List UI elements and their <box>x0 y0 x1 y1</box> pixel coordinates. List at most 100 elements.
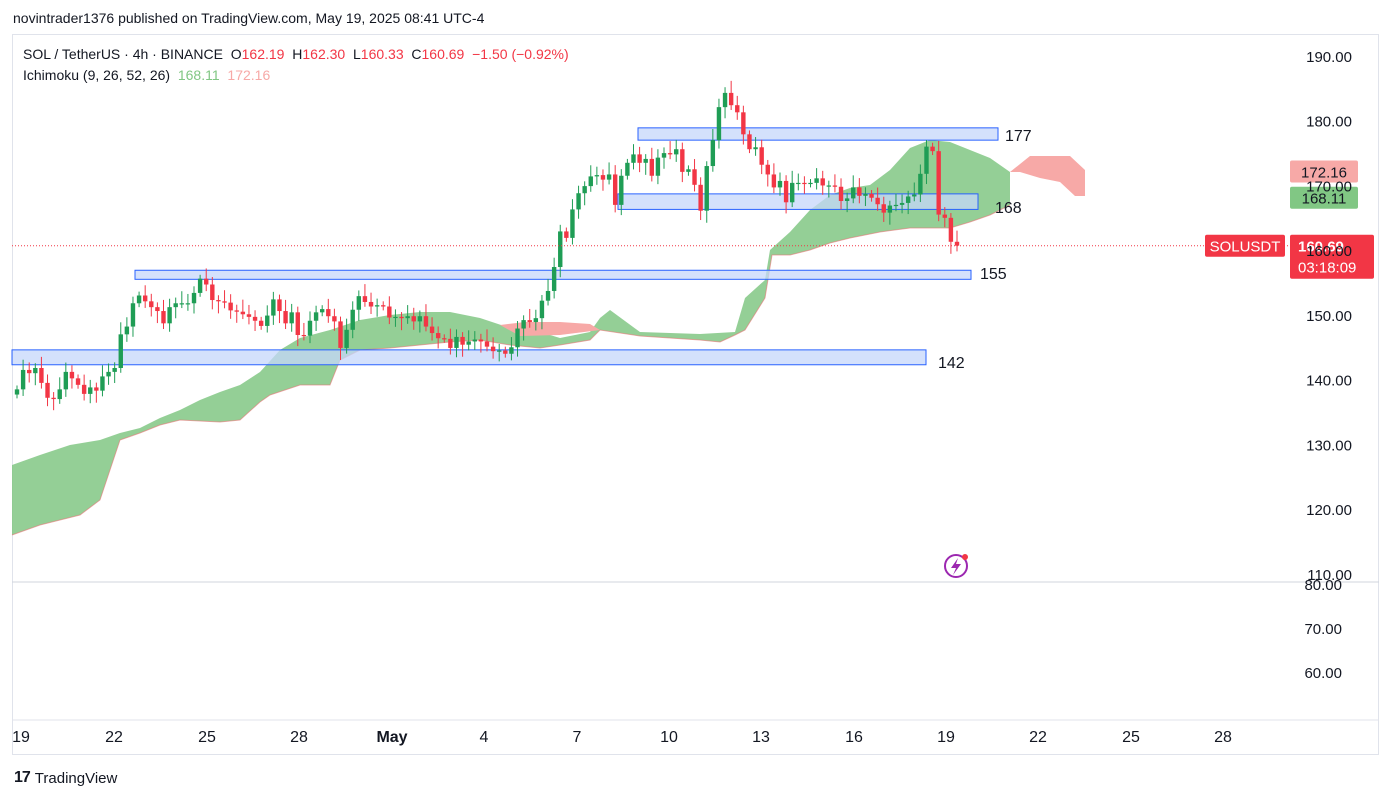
zone-label-155: 155 <box>980 266 1007 283</box>
x-tick-label: 19 <box>937 729 955 746</box>
candle-body <box>704 166 709 211</box>
candle-body <box>130 303 136 327</box>
candle-body <box>472 339 477 342</box>
alert-dot-icon <box>962 554 968 560</box>
candle-body <box>777 180 783 188</box>
candle-body <box>631 154 636 163</box>
candle-body <box>820 178 825 186</box>
candle-body <box>20 369 26 390</box>
candle-body <box>33 367 38 374</box>
candle-body <box>88 387 93 394</box>
candle-body <box>265 315 270 326</box>
candle-body <box>252 316 258 321</box>
candle-body <box>918 173 923 195</box>
candle-body <box>429 326 435 334</box>
lightning-bolt-icon <box>951 558 961 575</box>
candle-body <box>808 182 813 185</box>
candle-body <box>857 187 862 196</box>
candle-body <box>350 309 355 330</box>
candle-body <box>570 209 575 238</box>
candle-body <box>942 214 947 218</box>
candle-body <box>368 301 374 307</box>
symbol-name: SOL / TetherUS · 4h · BINANCE <box>23 46 223 62</box>
candle-body <box>344 329 349 348</box>
x-tick-label: 7 <box>573 729 582 746</box>
candle-body <box>954 241 960 246</box>
candle-body <box>381 305 386 307</box>
candle-body <box>484 341 490 347</box>
candle-body <box>735 105 740 113</box>
candle-body <box>27 369 32 374</box>
candle-body <box>81 384 87 394</box>
candle-body <box>258 320 264 326</box>
candle-body <box>783 180 789 203</box>
candle-body <box>411 316 416 322</box>
zone-177 <box>637 127 999 141</box>
candle-body <box>332 316 337 322</box>
candle-body <box>576 193 581 210</box>
candle-body <box>240 311 246 315</box>
candle-body <box>771 174 777 188</box>
candle-body <box>802 182 807 185</box>
candle-body <box>442 338 447 340</box>
candle-body <box>118 334 123 368</box>
candle-body <box>674 149 679 155</box>
candle-body <box>362 296 368 302</box>
candle-body <box>582 186 587 194</box>
y-tick-label: 150.00 <box>1306 308 1352 325</box>
candle-body <box>887 205 893 213</box>
candle-body <box>692 169 697 185</box>
candle-body <box>173 303 178 308</box>
candle-body <box>875 197 880 205</box>
price-chart[interactable]: 177168155142 SOLUSDT 160.6903:18:09172.16… <box>0 0 1392 800</box>
candle-body <box>466 341 471 345</box>
y-tick-label: 140.00 <box>1306 373 1352 390</box>
candle-body <box>930 146 935 152</box>
candle-body <box>246 314 252 317</box>
candle-body <box>612 174 618 205</box>
symbol-legend[interactable]: SOL / TetherUS · 4h · BINANCE O162.19 H1… <box>23 46 569 62</box>
candle-body <box>863 193 868 196</box>
candle-body <box>326 309 331 317</box>
open-label: O <box>230 46 242 62</box>
candle-body <box>45 382 50 398</box>
x-tick-label: 22 <box>1029 729 1047 746</box>
indicator-legend[interactable]: Ichimoku (9, 26, 52, 26) 168.11 172.16 <box>23 67 270 83</box>
candle-body <box>728 92 734 106</box>
x-tick-label: May <box>376 729 407 746</box>
candle-body <box>539 300 545 319</box>
candle-body <box>710 140 716 167</box>
candle-body <box>716 107 722 141</box>
candle-body <box>14 389 20 395</box>
candle-body <box>417 316 423 322</box>
y-tick-label: 180.00 <box>1306 114 1352 131</box>
candle-body <box>271 299 276 316</box>
x-tick-label: 4 <box>480 729 489 746</box>
candle-body <box>167 307 172 324</box>
candle-body <box>313 312 319 321</box>
x-tick-label: 25 <box>1122 729 1140 746</box>
lower-y-tick-label: 80.00 <box>1304 577 1342 594</box>
candle-body <box>338 321 343 348</box>
x-tick-label: 25 <box>198 729 216 746</box>
indicator-value-leading-b: 172.16 <box>227 67 271 83</box>
candle-body <box>136 295 142 304</box>
candle-body <box>319 309 325 313</box>
indicator-name: Ichimoku (9, 26, 52, 26) <box>23 67 171 83</box>
candle-body <box>497 350 502 352</box>
candle-body <box>204 278 209 285</box>
tradingview-brand[interactable]: 17 TradingView <box>14 769 117 787</box>
candle-body <box>51 397 56 400</box>
lower-y-tick-label: 70.00 <box>1304 621 1342 638</box>
candle-body <box>564 231 569 238</box>
candle-body <box>185 303 191 305</box>
candle-body <box>851 187 856 199</box>
ichimoku-span-b <box>11 204 1011 536</box>
candle-body <box>832 185 838 187</box>
candle-body <box>405 316 410 319</box>
candle-body <box>75 378 81 385</box>
zone-label-168: 168 <box>995 200 1022 217</box>
candle-body <box>686 169 691 172</box>
candle-body <box>197 278 203 293</box>
candle-body <box>234 310 239 312</box>
